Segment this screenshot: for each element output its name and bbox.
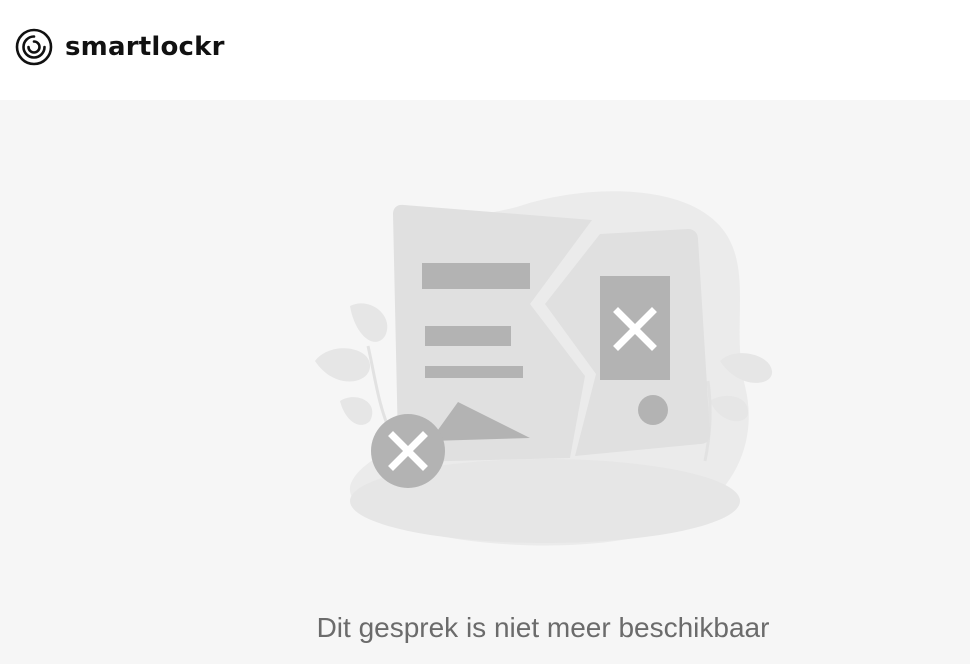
document-dot [638, 395, 668, 425]
logo-text: smartlockr [65, 32, 225, 62]
broken-document-illustration [315, 191, 773, 546]
smartlockr-logo[interactable]: smartlockr [15, 28, 225, 66]
leaves-left-icon [315, 303, 394, 437]
unavailable-message: Dit gesprek is niet meer beschikbaar [316, 612, 770, 643]
main-content: Dit gesprek is niet meer beschikbaar [0, 100, 970, 664]
text-line-1 [422, 263, 530, 289]
app-header: smartlockr [0, 0, 970, 100]
text-line-3 [425, 366, 523, 378]
text-line-2 [425, 326, 511, 346]
smartlockr-logo-icon [15, 28, 53, 66]
